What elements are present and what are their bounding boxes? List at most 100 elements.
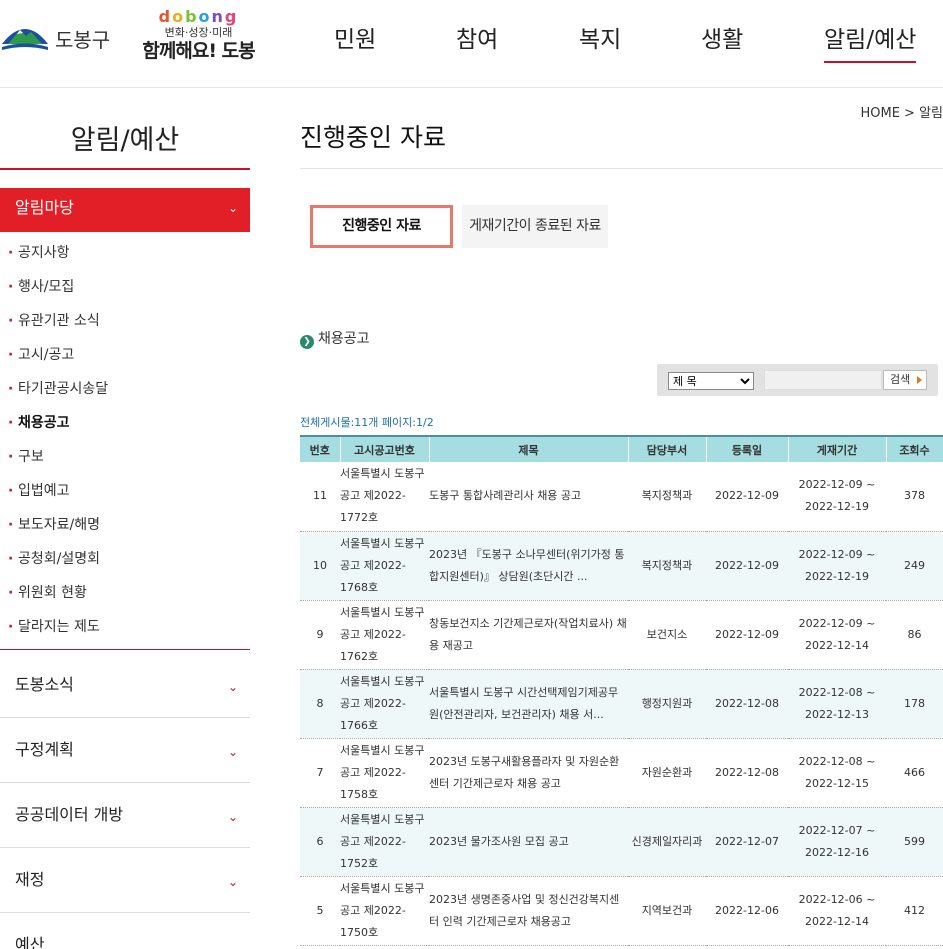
row-period: 2022-12-09 ~2022-12-19 [788,531,886,601]
row-period: 2022-12-09 ~2022-12-19 [788,462,886,532]
search-button[interactable]: 검색 [883,370,927,390]
sidebar-item-gazette[interactable]: 구보 [0,440,250,474]
nav-item-civil[interactable]: 민원 [334,20,376,54]
row-dept: 복지정책과 [628,531,706,601]
post-count-info: 전체게시물:11개 페이지:1/2 [300,416,434,429]
row-views: 466 [886,738,943,808]
recruitment-table: 번호 고시공고번호 제목 담당부서 등록일 게재기간 조회수 11 서울특별시 … [300,435,943,946]
sidebar-item-legislation[interactable]: 입법예고 [0,474,250,508]
sidebar-submenu: 공지사항 행사/모집 유관기관 소식 고시/공고 타기관공시송달 채용공고 구보… [0,236,250,644]
table-row: 11 서울특별시 도봉구 공고 제2022-1772호 도봉구 통합사례관리사 … [300,462,943,532]
sidebar-menu-finance[interactable]: 재정 ⌄ [0,848,250,913]
chevron-down-icon: ⌄ [227,745,238,759]
dobong-logo[interactable]: 도봉구 [0,18,115,58]
row-date: 2022-12-09 [706,600,788,670]
tab-in-progress[interactable]: 진행중인 자료 [310,205,453,248]
table-row: 5 서울특별시 도봉구 공고 제2022-1750호 2023년 생명존중사업 … [300,876,943,946]
chevron-down-icon: ⌄ [227,875,238,889]
sidebar-item-recruitment[interactable]: 채용공고 [0,406,250,440]
col-header-no: 번호 [300,436,341,462]
row-no: 7 [300,738,340,808]
row-date: 2022-12-08 [706,738,788,808]
row-title-link[interactable]: 2023년 『도봉구 소나무센터(위기가정 통합지원센터)』 상담원(초단시간 … [429,531,628,601]
col-header-period: 게재기간 [788,436,887,462]
logo-text: 도봉구 [55,28,111,52]
row-title-link[interactable]: 서울특별시 도봉구 시간선택제임기제공무원(안전관리자, 보건관리자) 채용 서… [429,669,628,739]
row-views: 249 [886,531,943,601]
sidebar-menu-open-data[interactable]: 공공데이터 개방 ⌄ [0,783,250,848]
row-date: 2022-12-07 [706,807,788,877]
sidebar: 알림/예산 알림마당 ⌄ 공지사항 행사/모집 유관기관 소식 고시/공고 타기… [0,88,250,949]
row-period: 2022-12-08 ~2022-12-15 [788,738,886,808]
nav-item-notice-budget[interactable]: 알림/예산 [824,20,917,63]
page-title: 진행중인 자료 [300,123,446,152]
sidebar-item-agency-news[interactable]: 유관기관 소식 [0,304,250,338]
tab-expired[interactable]: 게재기간이 종료된 자료 [462,205,608,248]
table-header-row: 번호 고시공고번호 제목 담당부서 등록일 게재기간 조회수 [300,436,943,462]
chevron-down-icon: ⌄ [227,201,238,215]
col-header-notice-no: 고시공고번호 [340,436,430,462]
row-dept: 복지정책과 [628,462,706,532]
row-views: 412 [886,876,943,946]
row-title-link[interactable]: 2023년 도봉구새활용플라자 및 자원순환센터 기간제근로자 채용 공고 [429,738,628,808]
row-dept: 지역보건과 [628,876,706,946]
row-no: 8 [300,669,340,739]
breadcrumb[interactable]: HOME > 알림 [860,102,943,121]
sidebar-item-events[interactable]: 행사/모집 [0,270,250,304]
row-period: 2022-12-06 ~2022-12-14 [788,876,886,946]
row-date: 2022-12-08 [706,669,788,739]
main-content: HOME > 알림 진행중인 자료 진행중인 자료 게재기간이 종료된 자료 ❯… [300,88,943,949]
search-field-select[interactable]: 제 목 [668,372,754,390]
sidebar-item-service-notice[interactable]: 타기관공시송달 [0,372,250,406]
row-title-link[interactable]: 2023년 생명존중사업 및 정신건강복지센터 인력 기간제근로자 채용공고 [429,876,628,946]
row-dept: 보건지소 [628,600,706,670]
table-row: 9 서울특별시 도봉구 공고 제2022-1762호 창동보건지소 기간제근로자… [300,600,943,670]
row-notice-no: 서울특별시 도봉구 공고 제2022-1772호 [340,462,429,532]
sidebar-menu-budget[interactable]: 예산 [0,913,250,949]
sidebar-menu-dobong-news[interactable]: 도봉소식 ⌄ [0,653,250,718]
row-title-link[interactable]: 2023년 물가조사원 모집 공고 [429,807,628,877]
mountain-logo-icon [2,29,48,50]
sidebar-menu-plans[interactable]: 구정계획 ⌄ [0,718,250,783]
row-date: 2022-12-09 [706,462,788,532]
play-arrow-icon [917,376,922,384]
table-row: 10 서울특별시 도봉구 공고 제2022-1768호 2023년 『도봉구 소… [300,531,943,601]
row-title-link[interactable]: 창동보건지소 기간제근로자(작업치료사) 채용 재공고 [429,600,628,670]
col-header-views: 조회수 [886,436,943,462]
nav-item-life[interactable]: 생활 [701,20,743,54]
sidebar-title: 알림/예산 [70,125,180,156]
row-views: 86 [886,600,943,670]
table-row: 7 서울특별시 도봉구 공고 제2022-1758호 2023년 도봉구새활용플… [300,738,943,808]
row-date: 2022-12-09 [706,531,788,601]
slogan-dobong-letters: dobong [158,7,239,26]
sidebar-item-committee[interactable]: 위원회 현황 [0,576,250,610]
chevron-down-icon: ⌄ [227,680,238,694]
col-header-date: 등록일 [706,436,789,462]
row-notice-no: 서울특별시 도봉구 공고 제2022-1762호 [340,600,429,670]
sidebar-item-notice[interactable]: 공지사항 [0,236,250,270]
col-header-title: 제목 [429,436,629,462]
row-notice-no: 서울특별시 도봉구 공고 제2022-1758호 [340,738,429,808]
col-header-dept: 담당부서 [628,436,707,462]
row-notice-no: 서울특별시 도봉구 공고 제2022-1766호 [340,669,429,739]
row-date: 2022-12-06 [706,876,788,946]
sidebar-item-hearing[interactable]: 공청회/설명회 [0,542,250,576]
sidebar-group-active[interactable]: 알림마당 ⌄ [0,188,250,232]
row-notice-no: 서울특별시 도봉구 공고 제2022-1768호 [340,531,429,601]
sidebar-item-press[interactable]: 보도자료/해명 [0,508,250,542]
row-dept: 신경제일자리과 [628,807,706,877]
slogan-logo: dobong 변화·성장·미래 함께해요! 도봉 [141,8,256,68]
sidebar-item-announcement[interactable]: 고시/공고 [0,338,250,372]
row-dept: 행정지원과 [628,669,706,739]
nav-item-participation[interactable]: 참여 [456,20,498,54]
search-input[interactable] [764,370,882,390]
row-views: 599 [886,807,943,877]
chevron-right-icon: ❯ [300,335,314,349]
sidebar-item-changes[interactable]: 달라지는 제도 [0,610,250,644]
nav-item-welfare[interactable]: 복지 [579,20,621,54]
row-title-link[interactable]: 도봉구 통합사례관리사 채용 공고 [429,462,628,532]
table-row: 8 서울특별시 도봉구 공고 제2022-1766호 서울특별시 도봉구 시간선… [300,669,943,739]
row-no: 11 [300,462,340,532]
site-header: 도봉구 dobong 변화·성장·미래 함께해요! 도봉 민원 참여 복지 생활… [0,0,943,88]
row-period: 2022-12-07 ~2022-12-16 [788,807,886,877]
